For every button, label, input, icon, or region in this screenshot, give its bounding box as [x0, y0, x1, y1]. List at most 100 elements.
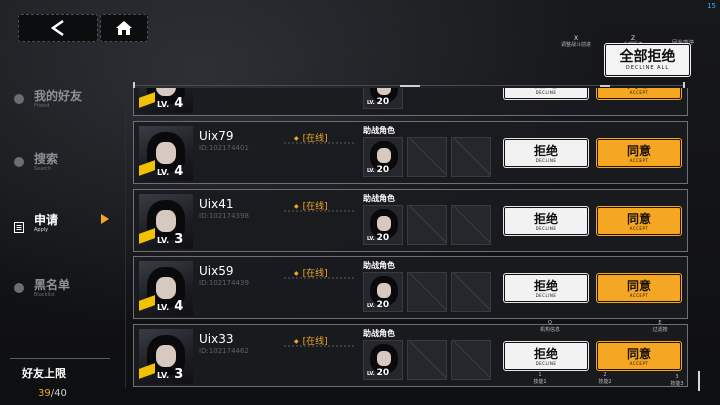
assist-level: LV. 20	[367, 300, 390, 310]
decline-button[interactable]: 拒绝DECLINE	[504, 139, 588, 167]
friend-limit-current: 39	[38, 388, 51, 399]
player-id: ID:102174439	[199, 279, 249, 287]
hint-label: 技能3	[670, 381, 684, 387]
limit-divider	[10, 358, 110, 359]
avatar: LV. 3	[139, 329, 193, 384]
assist-title: 助战角色	[363, 194, 395, 203]
decline-button[interactable]: 拒绝DECLINE	[504, 342, 588, 370]
hint-label: 机构信息	[539, 327, 560, 333]
decorative-strip	[284, 142, 354, 144]
hint-z-key: Z	[630, 35, 636, 42]
friend-icon	[14, 94, 24, 104]
document-icon	[14, 218, 24, 233]
empty-slot	[451, 137, 491, 177]
assist-character-slot[interactable]: LV. 20	[363, 88, 403, 109]
home-button[interactable]	[100, 14, 148, 42]
empty-slot	[451, 272, 491, 312]
decorative-strip	[284, 277, 354, 279]
assist-level: LV. 20	[367, 97, 390, 107]
sidebar-divider	[125, 88, 126, 388]
assist-title: 助战角色	[363, 126, 395, 135]
accept-button[interactable]: 同意ACCEPT	[597, 207, 681, 235]
sidebar-item-blacklist[interactable]: 黑名单 Blacklist	[14, 278, 70, 298]
divider-mark	[600, 85, 610, 87]
hint-key: Q	[548, 320, 552, 326]
hint-x-key: X	[573, 35, 579, 42]
friend-limit-label: 好友上限	[22, 367, 66, 380]
sidebar-item-sublabel: Friend	[34, 103, 50, 109]
empty-slot	[451, 340, 491, 380]
assist-character-slot[interactable]: LV. 20	[363, 272, 403, 312]
divider-mark	[400, 85, 420, 87]
assist-title: 助战角色	[363, 329, 395, 338]
avatar: LV. 3	[139, 194, 193, 249]
accept-button[interactable]: 同意ACCEPT	[597, 342, 681, 370]
player-name: Uix59	[199, 264, 234, 278]
assist-character-slot[interactable]: LV. 20	[363, 137, 403, 177]
fps-counter: 15	[707, 2, 716, 10]
assist-level: LV. 20	[367, 165, 390, 175]
decline-button[interactable]: 拒绝DECLINE	[504, 88, 588, 99]
sidebar-item-label: 黑名单	[34, 278, 71, 292]
hint-label: 过滤按	[652, 327, 668, 333]
player-name: Uix33	[199, 332, 234, 346]
assist-character-slot[interactable]: LV. 20	[363, 340, 403, 380]
hint-x-label: 调整战斗前进	[560, 42, 591, 48]
list-scrollbar[interactable]	[698, 371, 700, 391]
sidebar-item-sublabel: Apply	[34, 227, 49, 233]
level-label: LV. 4	[157, 164, 184, 179]
accept-button[interactable]: 同意ACCEPT	[597, 274, 681, 302]
hint-q: Q 机构信息	[530, 320, 570, 334]
accept-button[interactable]: 同意ACCEPT	[597, 88, 681, 99]
decline-all-button[interactable]: 全部拒绝 DECLINE ALL	[605, 44, 690, 76]
level-label: LV. 3	[157, 232, 184, 247]
empty-slot	[407, 340, 447, 380]
back-button[interactable]	[18, 14, 98, 42]
empty-slot	[407, 205, 447, 245]
hint-3: 3 技能3	[657, 374, 697, 388]
sidebar-item-apply[interactable]: 申请 Apply	[14, 213, 58, 233]
avatar: LV. 4	[139, 88, 193, 113]
sidebar-item-friends[interactable]: 我的好友 Friend	[14, 89, 82, 109]
decline-all-label: 全部拒绝	[619, 49, 676, 65]
hint-key: E	[658, 320, 662, 326]
level-label: LV. 4	[157, 299, 184, 314]
decline-button[interactable]: 拒绝DECLINE	[504, 274, 588, 302]
avatar: LV. 4	[139, 126, 193, 181]
level-label: LV. 4	[157, 96, 184, 111]
request-list[interactable]: LV.4 LV.20 拒绝DECLINE 同意ACCEPT LV.4 Uix79…	[133, 88, 689, 405]
friend-limit: 好友上限 39/40	[10, 358, 110, 400]
player-name: Uix41	[199, 197, 234, 211]
player-id: ID:102174401	[199, 144, 249, 152]
hint-2: 2 技能2	[585, 372, 625, 386]
assist-character-slot[interactable]: LV. 20	[363, 205, 403, 245]
hint-key: 3	[675, 374, 679, 380]
friend-limit-value: 39/40	[10, 388, 67, 399]
player-name: Uix79	[199, 129, 234, 143]
accept-button[interactable]: 同意ACCEPT	[597, 139, 681, 167]
friend-limit-max: /40	[50, 388, 67, 399]
sidebar-item-sublabel: Search	[34, 166, 52, 172]
hint-x: X 调整战斗前进	[556, 35, 596, 49]
assist-title: 助战角色	[363, 261, 395, 270]
search-icon	[14, 157, 24, 167]
sidebar-item-search[interactable]: 搜索 Search	[14, 152, 58, 172]
home-icon	[116, 21, 132, 35]
level-label: LV. 3	[157, 367, 184, 382]
assist-level: LV. 20	[367, 368, 390, 378]
chevron-left-icon	[50, 19, 64, 37]
decline-all-sublabel: DECLINE ALL	[625, 65, 670, 71]
request-row: LV.4 Uix59 ID:102174439 [在线] 助战角色 LV.20 …	[133, 256, 688, 319]
hint-label: 技能2	[598, 379, 612, 385]
sidebar-item-sublabel: Blacklist	[34, 292, 55, 298]
sidebar-item-label: 搜索	[34, 152, 59, 166]
avatar: LV. 4	[139, 261, 193, 316]
sidebar-item-label: 我的好友	[34, 89, 83, 103]
hint-1: 1 技能1	[520, 372, 560, 386]
decline-button[interactable]: 拒绝DECLINE	[504, 207, 588, 235]
player-id: ID:102174462	[199, 347, 249, 355]
hint-e: E 过滤按	[640, 320, 680, 334]
hint-key: 1	[538, 372, 542, 378]
hint-label: 技能1	[533, 379, 547, 385]
empty-slot	[407, 272, 447, 312]
